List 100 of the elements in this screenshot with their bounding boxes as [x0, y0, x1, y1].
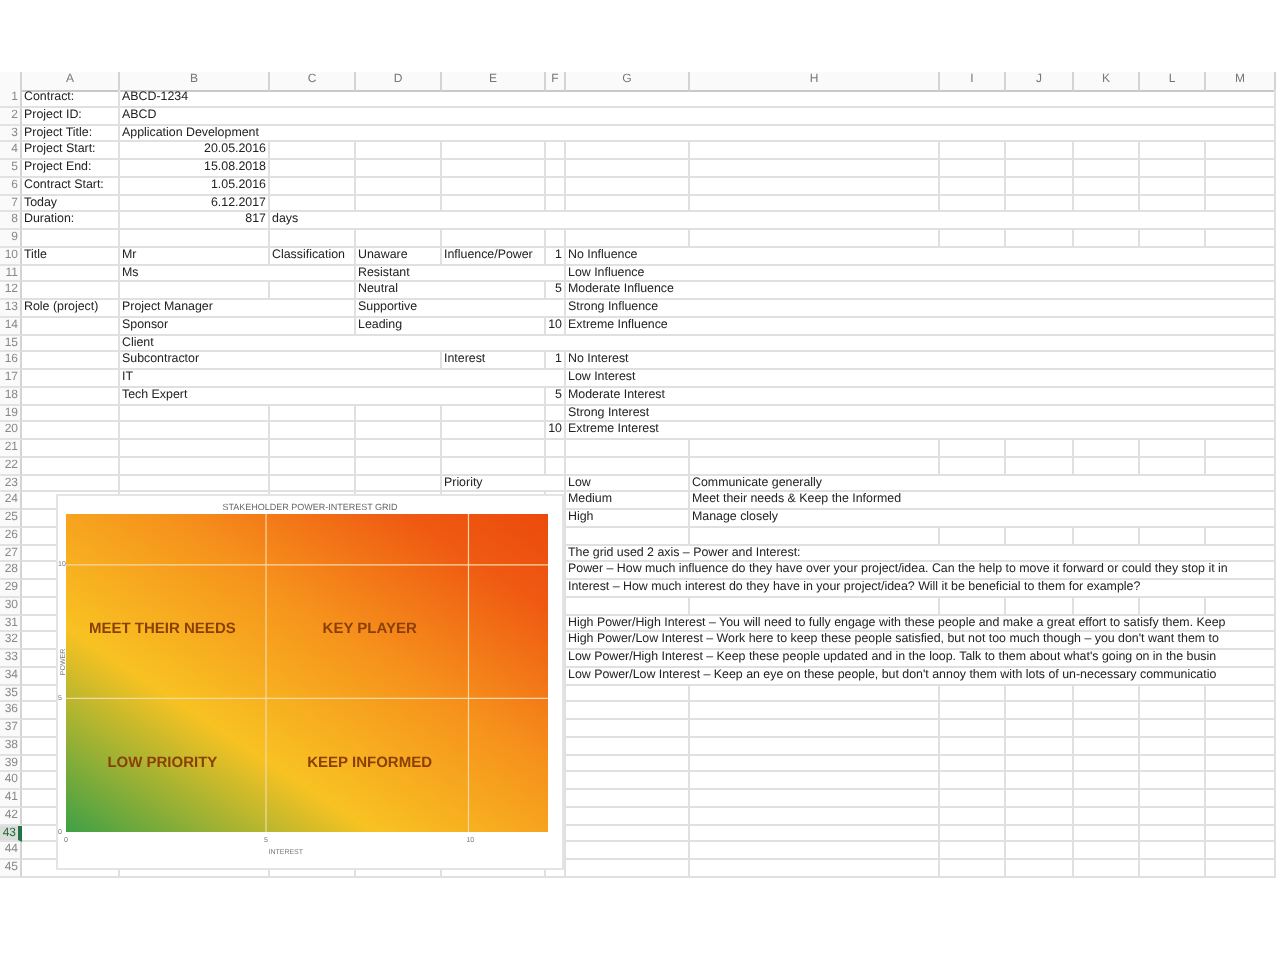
- empty-cell: [940, 720, 1006, 738]
- empty-cell: [940, 230, 1006, 248]
- empty-cell: [1074, 790, 1140, 808]
- empty-cell: [940, 825, 1006, 843]
- empty-cell: [1074, 195, 1140, 213]
- empty-cell: [1206, 230, 1276, 248]
- empty-cell: [1074, 527, 1140, 545]
- empty-cell: [1206, 440, 1276, 458]
- empty-cell: [1006, 457, 1074, 475]
- empty-cell: [1206, 685, 1276, 703]
- empty-cell: [1074, 755, 1140, 773]
- empty-cell: [270, 230, 356, 248]
- empty-cell: [1074, 825, 1140, 843]
- empty-cell: [1006, 702, 1074, 720]
- empty-cell: [1074, 160, 1140, 178]
- empty-cell: [1074, 440, 1140, 458]
- empty-cell: [1006, 755, 1074, 773]
- empty-cell: [1074, 685, 1140, 703]
- empty-cell: [1140, 842, 1206, 860]
- empty-cell: [442, 422, 546, 440]
- empty-cell: [442, 230, 546, 248]
- empty-cell: [1140, 177, 1206, 195]
- empty-cell: [1206, 772, 1276, 790]
- empty-cell: [270, 282, 356, 300]
- empty-cell: [940, 737, 1006, 755]
- empty-cell: [270, 195, 356, 213]
- empty-cell: [940, 440, 1006, 458]
- empty-cell: [1140, 807, 1206, 825]
- empty-cell: [1206, 527, 1276, 545]
- empty-cell: [1206, 860, 1276, 878]
- empty-cell: [1140, 195, 1206, 213]
- empty-cell: [356, 142, 442, 160]
- empty-cell: [1140, 457, 1206, 475]
- empty-cell: [270, 160, 356, 178]
- empty-cell: [1006, 160, 1074, 178]
- empty-cell: [442, 405, 546, 423]
- empty-cell: [1006, 440, 1074, 458]
- empty-cell: [1206, 160, 1276, 178]
- empty-cell: [546, 142, 566, 160]
- empty-cell: [1140, 597, 1206, 615]
- empty-cell: [1140, 142, 1206, 160]
- empty-cell: [940, 755, 1006, 773]
- empty-cell: [940, 702, 1006, 720]
- empty-cell: [356, 177, 442, 195]
- empty-cell: [566, 195, 690, 213]
- empty-cell: [1206, 807, 1276, 825]
- empty-cell: [546, 405, 566, 423]
- empty-cell: [442, 457, 546, 475]
- empty-cell: [1140, 230, 1206, 248]
- empty-cell: [1006, 230, 1074, 248]
- empty-cell: [442, 177, 546, 195]
- empty-cell: [1206, 737, 1276, 755]
- empty-cell: [546, 160, 566, 178]
- empty-cell: [270, 405, 356, 423]
- empty-cell: [1074, 230, 1140, 248]
- empty-cell: [356, 440, 442, 458]
- empty-cell: [1006, 807, 1074, 825]
- empty-cell: [442, 195, 546, 213]
- empty-cell: [442, 440, 546, 458]
- empty-cell: [1006, 737, 1074, 755]
- empty-cell: [442, 160, 546, 178]
- empty-cell: [940, 790, 1006, 808]
- empty-cell: [1206, 195, 1276, 213]
- empty-cell: [1206, 597, 1276, 615]
- empty-cell: [1206, 825, 1276, 843]
- empty-cell: [1006, 860, 1074, 878]
- empty-cell: [940, 860, 1006, 878]
- empty-cell: [442, 142, 546, 160]
- empty-cell: [566, 230, 690, 248]
- empty-cell: [1140, 755, 1206, 773]
- empty-cell: [1074, 702, 1140, 720]
- empty-cell: [566, 177, 690, 195]
- empty-cell: [546, 440, 566, 458]
- empty-cell: [1206, 142, 1276, 160]
- select-all-corner[interactable]: [0, 72, 22, 92]
- empty-cell: [546, 457, 566, 475]
- empty-cell: [270, 457, 356, 475]
- empty-cell: [1074, 457, 1140, 475]
- empty-cell: [1074, 860, 1140, 878]
- empty-cell: [1206, 755, 1276, 773]
- empty-cell: [940, 807, 1006, 825]
- empty-cell: [1206, 720, 1276, 738]
- empty-cell: [940, 142, 1006, 160]
- empty-cell: [1006, 772, 1074, 790]
- empty-cell: [940, 177, 1006, 195]
- empty-cell: [940, 842, 1006, 860]
- empty-cell: [1074, 842, 1140, 860]
- empty-cell: [940, 195, 1006, 213]
- empty-cell: [270, 142, 356, 160]
- empty-cell: [940, 772, 1006, 790]
- empty-cell: [1140, 860, 1206, 878]
- empty-cell: [566, 457, 690, 475]
- empty-cell: [940, 685, 1006, 703]
- empty-cell: [546, 195, 566, 213]
- empty-cell: [356, 230, 442, 248]
- empty-cell: [1006, 142, 1074, 160]
- empty-cell: [1140, 685, 1206, 703]
- empty-cell: [940, 597, 1006, 615]
- empty-cell: [566, 860, 690, 878]
- empty-cell: [1206, 842, 1276, 860]
